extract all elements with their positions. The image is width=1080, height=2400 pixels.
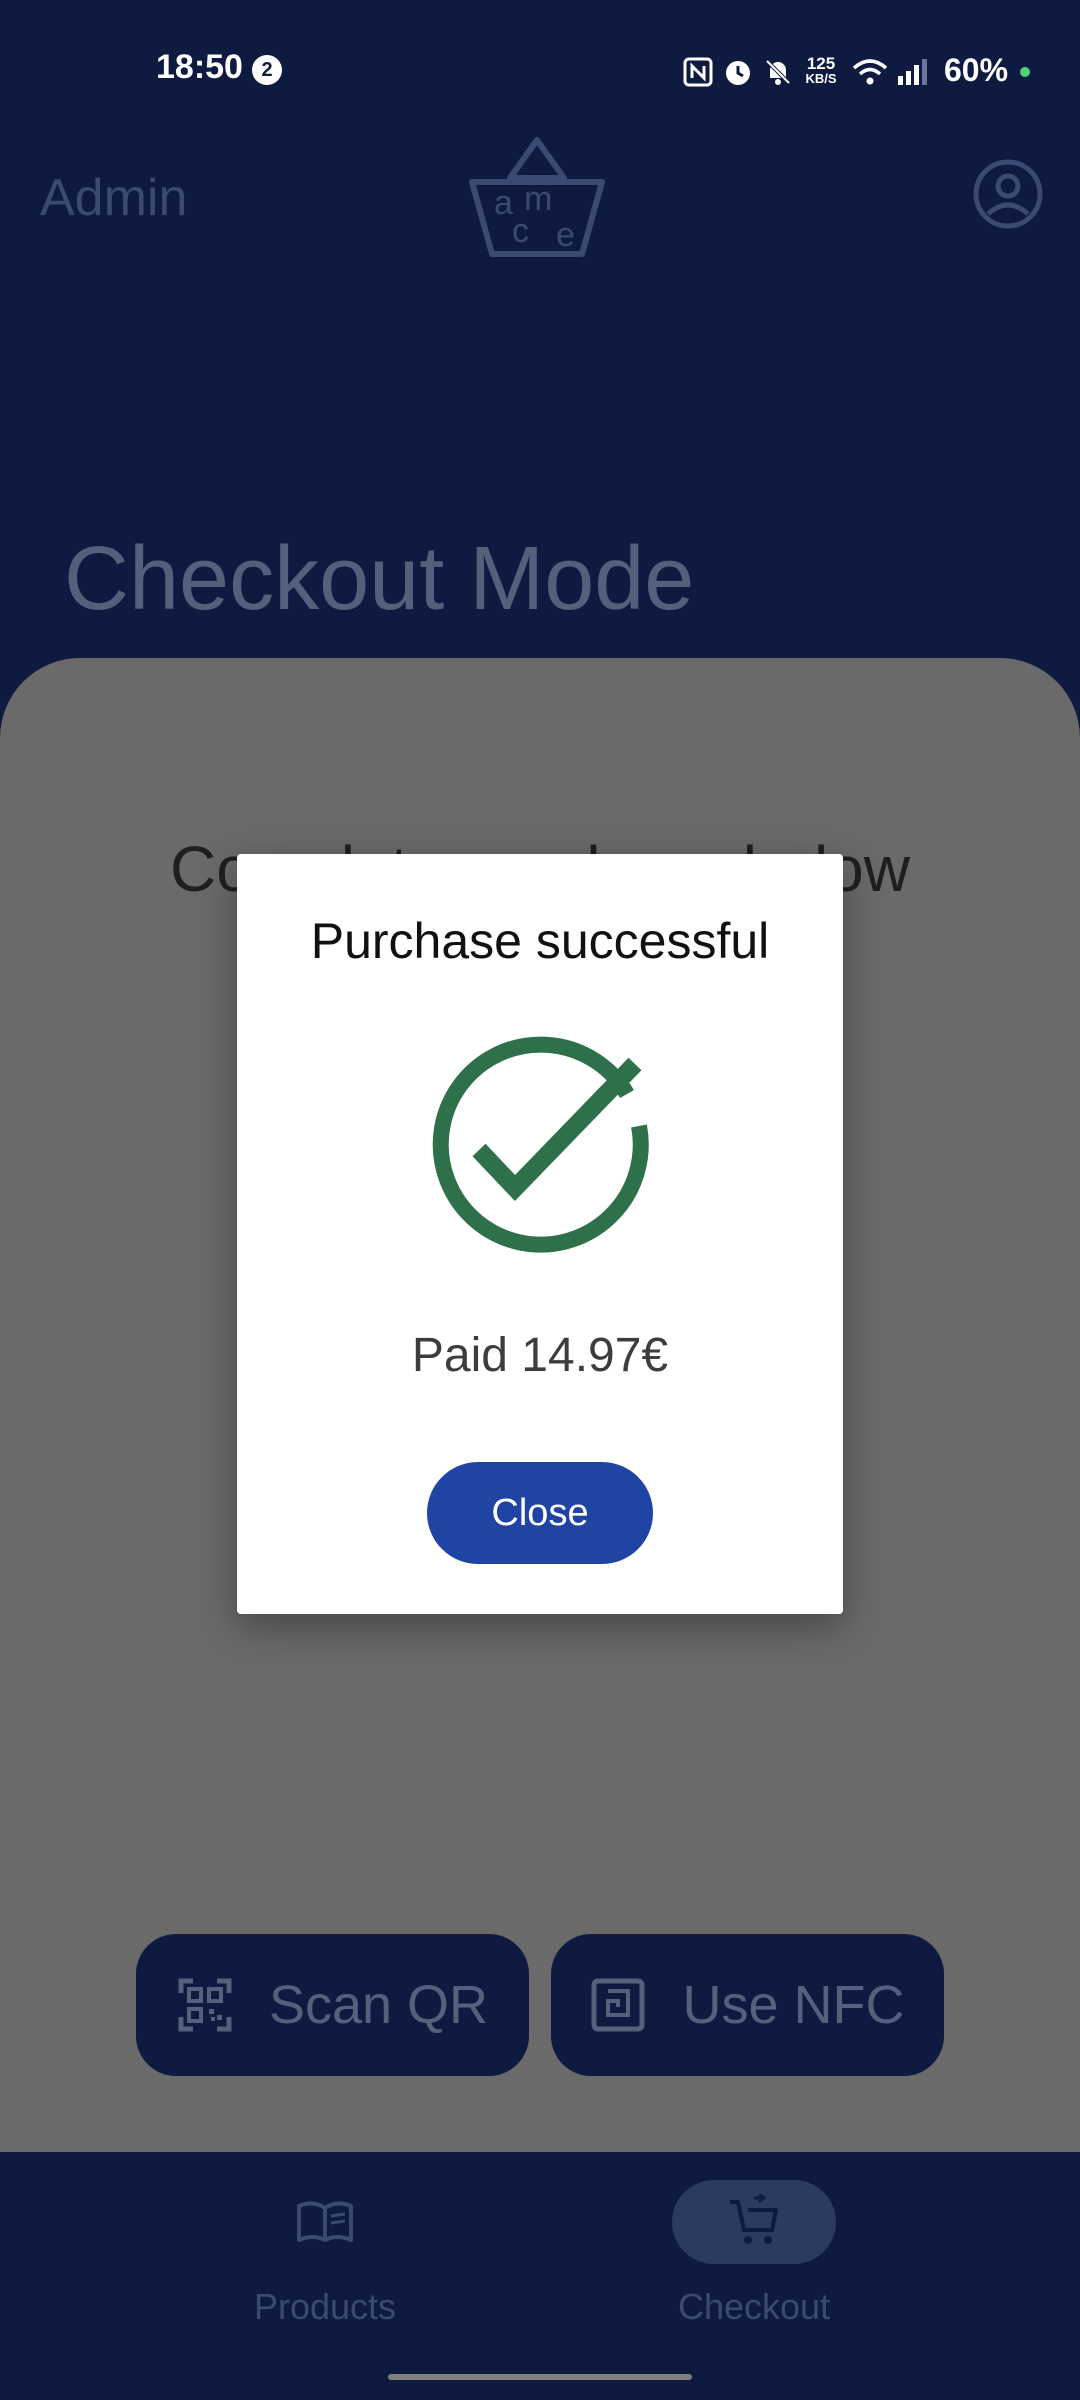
gesture-bar[interactable]	[388, 2374, 692, 2380]
user-role-label: Admin	[40, 169, 188, 227]
charging-dot	[1020, 67, 1030, 77]
bottom-navigation	[0, 2152, 1080, 2400]
purchase-success-dialog: Purchase successful Paid 14.97€ Close	[237, 854, 843, 1614]
cart-icon	[730, 2194, 778, 2244]
nav-label-checkout: Checkout	[677, 2286, 831, 2327]
check-circle-icon	[432, 1036, 649, 1253]
svg-text:e: e	[556, 216, 575, 254]
use-nfc-button[interactable]: Use NFC	[551, 1934, 944, 2076]
notification-count-badge: 2	[252, 55, 282, 85]
svg-text:a: a	[494, 184, 513, 222]
nav-item-products[interactable]: Products	[185, 2180, 465, 2330]
status-time: 18:50	[156, 48, 243, 86]
bell-muted-icon	[765, 59, 791, 85]
nav-item-checkout[interactable]: Checkout	[614, 2180, 894, 2330]
acme-basket-logo: a m c e	[469, 137, 605, 257]
nfc-icon	[591, 1978, 645, 2032]
book-icon	[297, 2201, 353, 2242]
cellular-signal-icon	[898, 59, 927, 85]
nav-label-products: Products	[253, 2286, 397, 2327]
alarm-icon	[726, 61, 750, 85]
paid-amount-text: Paid 14.97€	[411, 1329, 669, 1382]
svg-text:c: c	[512, 212, 529, 250]
scan-qr-label: Scan QR	[268, 1975, 489, 2035]
close-button[interactable]: Close	[427, 1462, 653, 1564]
account-circle-icon[interactable]	[972, 158, 1044, 230]
scan-qr-button[interactable]: Scan QR	[136, 1934, 529, 2076]
battery-percentage: 60%	[944, 52, 1009, 88]
wifi-icon	[852, 59, 888, 85]
page-title: Checkout Mode	[64, 529, 695, 629]
network-speed: 125 KB/S	[805, 54, 837, 86]
nfc-status-icon	[683, 57, 713, 87]
use-nfc-label: Use NFC	[682, 1975, 905, 2035]
qr-code-icon	[178, 1978, 232, 2032]
dialog-title: Purchase successful	[310, 913, 770, 969]
